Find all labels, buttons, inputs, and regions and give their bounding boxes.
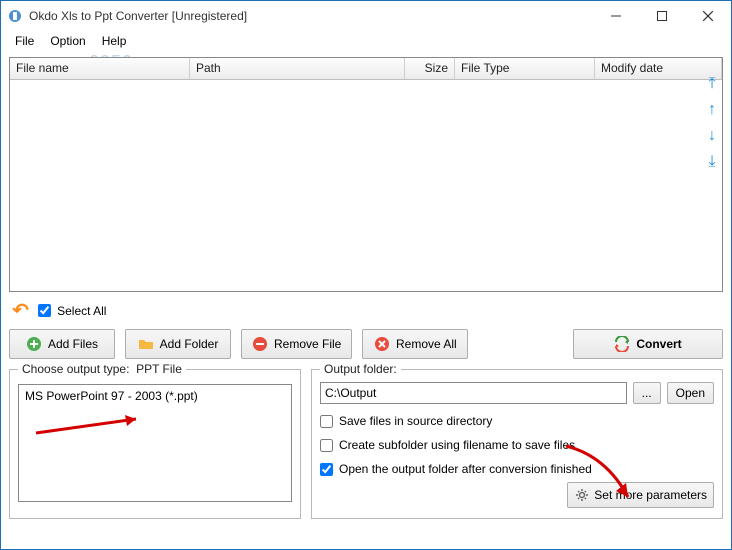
add-files-label: Add Files (48, 337, 98, 351)
add-files-button[interactable]: Add Files (9, 329, 115, 359)
app-icon (7, 8, 23, 24)
menu-help[interactable]: Help (94, 32, 135, 50)
output-type-item[interactable]: MS PowerPoint 97 - 2003 (*.ppt) (21, 387, 289, 405)
remove-file-button[interactable]: Remove File (241, 329, 352, 359)
move-down-icon[interactable]: ↓ (708, 128, 716, 144)
titlebar: Okdo Xls to Ppt Converter [Unregistered] (1, 1, 731, 31)
col-path[interactable]: Path (190, 58, 405, 79)
up-arrow-icon[interactable]: ↶ (12, 300, 29, 321)
open-after-checkbox[interactable] (320, 463, 333, 476)
output-type-group: Choose output type: PPT File MS PowerPoi… (9, 369, 301, 519)
minus-icon (252, 336, 268, 352)
open-folder-button[interactable]: Open (667, 382, 714, 404)
folder-icon (138, 336, 154, 352)
create-subfolder-checkbox[interactable] (320, 439, 333, 452)
plus-icon (26, 336, 42, 352)
col-filetype[interactable]: File Type (455, 58, 595, 79)
window-controls (593, 1, 731, 31)
select-all-label: Select All (57, 304, 106, 318)
menu-file[interactable]: File (7, 32, 42, 50)
x-icon (374, 336, 390, 352)
create-subfolder-label: Create subfolder using filename to save … (339, 438, 575, 452)
open-after-label: Open the output folder after conversion … (339, 462, 592, 476)
save-in-source-checkbox[interactable] (320, 415, 333, 428)
col-size[interactable]: Size (405, 58, 455, 79)
add-folder-label: Add Folder (160, 337, 219, 351)
menu-option[interactable]: Option (42, 32, 93, 50)
file-list[interactable]: File name Path Size File Type Modify dat… (9, 57, 723, 292)
convert-icon (614, 336, 630, 352)
window-title: Okdo Xls to Ppt Converter [Unregistered] (29, 9, 247, 23)
move-bottom-icon[interactable]: ⤓ (708, 154, 715, 170)
output-folder-legend: Output folder: (320, 362, 401, 376)
select-all-checkbox[interactable] (38, 304, 51, 317)
set-more-parameters-button[interactable]: Set more parameters (567, 482, 714, 508)
convert-label: Convert (636, 337, 681, 351)
reorder-arrows: ⤒ ↑ ↓ ⤓ (704, 76, 720, 170)
browse-button[interactable]: ... (633, 382, 661, 404)
convert-button[interactable]: Convert (573, 329, 723, 359)
remove-file-label: Remove File (274, 337, 341, 351)
output-folder-group: Output folder: ... Open Save files in so… (311, 369, 723, 519)
save-in-source-label: Save files in source directory (339, 414, 492, 428)
select-all-row: ↶ Select All (9, 298, 723, 329)
add-folder-button[interactable]: Add Folder (125, 329, 231, 359)
remove-all-button[interactable]: Remove All (362, 329, 468, 359)
maximize-button[interactable] (639, 1, 685, 31)
move-top-icon[interactable]: ⤒ (708, 76, 715, 92)
file-list-header: File name Path Size File Type Modify dat… (10, 58, 722, 80)
output-type-legend: Choose output type: PPT File (18, 362, 186, 376)
close-button[interactable] (685, 1, 731, 31)
move-up-icon[interactable]: ↑ (708, 102, 716, 118)
col-modify[interactable]: Modify date (595, 58, 722, 79)
remove-all-label: Remove All (396, 337, 457, 351)
output-type-list[interactable]: MS PowerPoint 97 - 2003 (*.ppt) (18, 384, 292, 502)
output-folder-input[interactable] (320, 382, 627, 404)
gear-icon (574, 487, 590, 503)
col-filename[interactable]: File name (10, 58, 190, 79)
set-params-label: Set more parameters (594, 488, 707, 502)
minimize-button[interactable] (593, 1, 639, 31)
menubar: File Option Help (1, 31, 731, 51)
